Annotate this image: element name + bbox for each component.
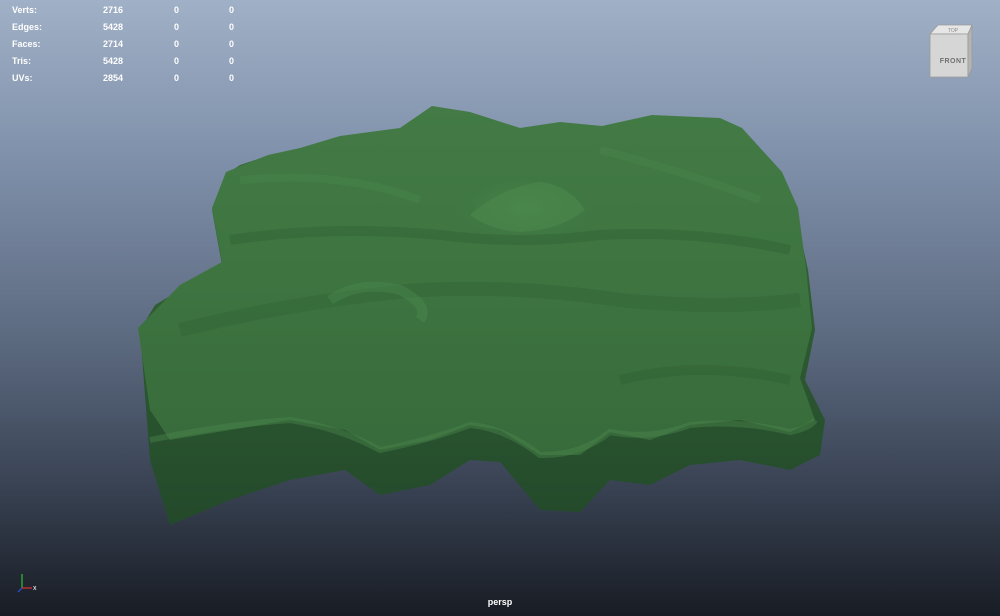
hud-value: 0: [173, 5, 179, 15]
viewport-persp[interactable]: [0, 0, 1000, 616]
hud-label: Tris:: [12, 56, 32, 66]
hud-value: 5428: [102, 56, 123, 66]
hud-row-verts: Verts: 2716 0 0: [12, 2, 242, 19]
axis-icon: x y: [17, 574, 37, 593]
hud-label: Verts:: [12, 5, 38, 15]
hud-row-tris: Tris: 5428 0 0: [12, 53, 242, 70]
hud-value: 0: [228, 39, 234, 49]
hud-value: 0: [228, 73, 234, 83]
hud-value: 2714: [102, 39, 123, 49]
hud-value: 2716: [102, 5, 123, 15]
hud-value: 0: [228, 22, 234, 32]
viewcube-top-label[interactable]: TOP: [942, 28, 964, 34]
heads-up-display: Verts: 2716 0 0 Edges: 5428 0 0 Faces: 2…: [12, 2, 242, 87]
hud-row-edges: Edges: 5428 0 0: [12, 19, 242, 36]
terrain-mesh[interactable]: [0, 0, 1000, 616]
camera-name-label: persp: [487, 597, 513, 607]
hud-value: 2854: [102, 73, 123, 83]
hud-value: 0: [173, 39, 179, 49]
hud-value: 0: [173, 56, 179, 66]
view-cube[interactable]: TOP FRONT: [924, 22, 976, 80]
hud-value: 0: [228, 56, 234, 66]
hud-value: 5428: [102, 22, 123, 32]
hud-label: UVs:: [12, 73, 33, 83]
hud-label: Edges:: [12, 22, 43, 32]
hud-row-uvs: UVs: 2854 0 0: [12, 70, 242, 87]
viewcube-front-label[interactable]: FRONT: [938, 58, 968, 65]
hud-value: 0: [173, 73, 179, 83]
hud-label: Faces:: [12, 39, 41, 49]
hud-row-faces: Faces: 2714 0 0: [12, 36, 242, 53]
hud-value: 0: [173, 22, 179, 32]
axis-gizmo: x y: [14, 570, 44, 596]
hud-value: 0: [228, 5, 234, 15]
axis-x-label: x: [33, 585, 37, 592]
